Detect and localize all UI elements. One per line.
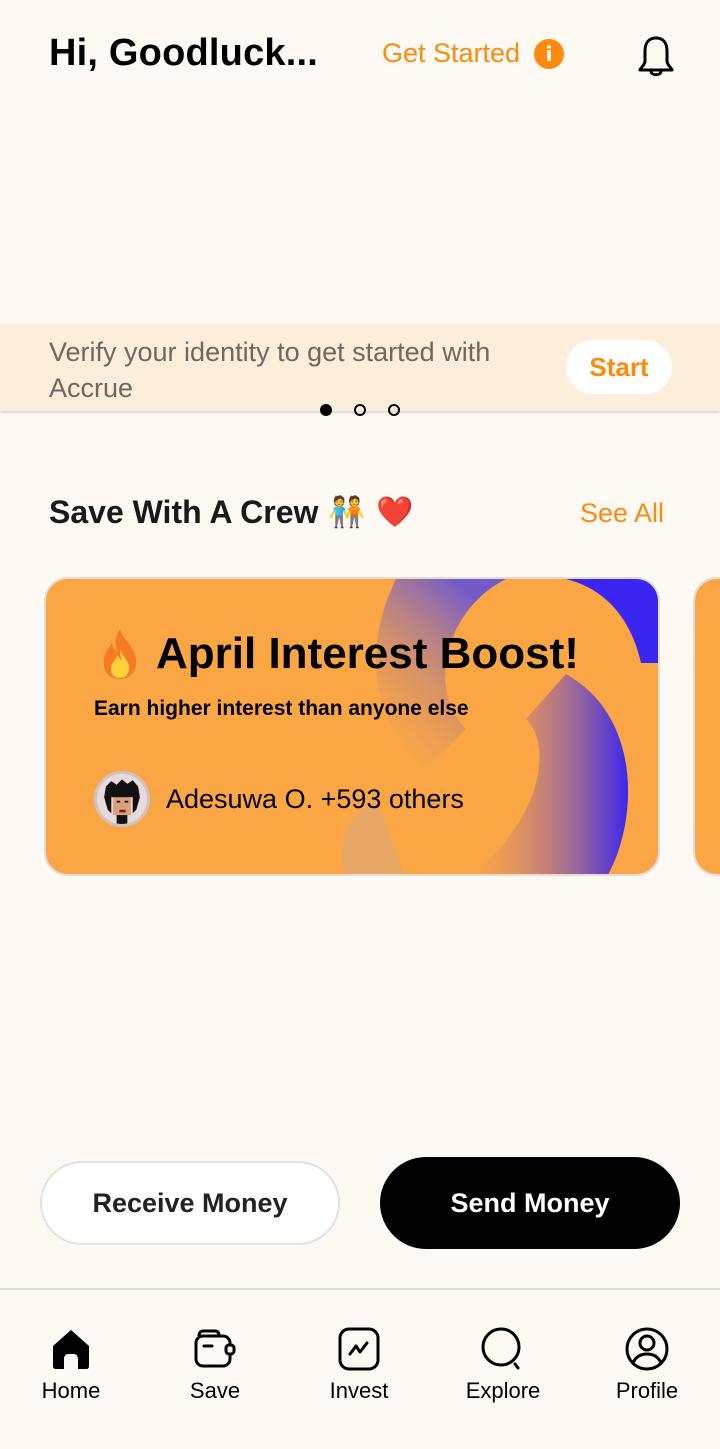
people-heart-icon: 🧑‍🤝‍🧑 ❤️	[328, 495, 414, 530]
get-started-label: Get Started	[382, 38, 521, 68]
crew-card[interactable]: April Interest Boost! Earn higher intere…	[44, 577, 660, 876]
verify-identity-banner: Verify your identity to get started with…	[0, 324, 720, 411]
card-title: April Interest Boost!	[98, 627, 579, 681]
user-icon	[625, 1327, 669, 1371]
section-title-text: Save With A Crew	[49, 494, 319, 530]
receive-money-button[interactable]: Receive Money	[40, 1161, 340, 1245]
nav-label: Save	[189, 1378, 241, 1403]
carousel-dot[interactable]	[320, 404, 332, 416]
next-crew-card[interactable]	[693, 577, 720, 876]
see-all-link[interactable]: See All	[580, 498, 664, 529]
search-icon	[481, 1327, 521, 1370]
get-started-link[interactable]: Get Started i	[382, 38, 565, 69]
nav-label: Profile	[615, 1378, 679, 1403]
card-title-text: April Interest Boost!	[156, 629, 579, 678]
avatar	[94, 771, 150, 827]
info-icon: i	[534, 38, 565, 69]
card-members: Adesuwa O. +593 others	[94, 771, 464, 827]
nav-label: Explore	[465, 1378, 541, 1403]
members-text: Adesuwa O. +593 others	[166, 783, 464, 814]
section-title: Save With A Crew 🧑‍🤝‍🧑 ❤️	[49, 494, 414, 531]
nav-label: Invest	[329, 1378, 389, 1403]
wallet-icon	[194, 1329, 236, 1368]
card-decoration	[342, 579, 658, 874]
nav-item-home[interactable]: Home	[11, 1326, 131, 1404]
nav-item-save[interactable]: Save	[155, 1326, 275, 1404]
carousel-pagination	[320, 404, 400, 416]
card-subtitle: Earn higher interest than anyone else	[94, 697, 469, 720]
greeting-title: Hi, Goodluck...	[49, 32, 319, 74]
bell-icon[interactable]	[636, 34, 676, 80]
nav-item-invest[interactable]: Invest	[299, 1326, 419, 1404]
chart-icon	[338, 1327, 380, 1371]
home-icon	[53, 1330, 89, 1369]
fire-icon	[103, 629, 137, 679]
send-money-button[interactable]: Send Money	[380, 1157, 680, 1249]
carousel-dot[interactable]	[354, 404, 366, 416]
nav-item-profile[interactable]: Profile	[587, 1326, 707, 1404]
verify-identity-text: Verify your identity to get started with…	[49, 337, 491, 403]
start-verification-button[interactable]: Start	[566, 340, 672, 394]
bottom-nav: Home Save Invest Explore Profile	[0, 1288, 720, 1449]
nav-item-explore[interactable]: Explore	[443, 1326, 563, 1404]
header: Hi, Goodluck... Get Started i	[0, 0, 720, 110]
nav-label: Home	[41, 1378, 101, 1403]
carousel-dot[interactable]	[388, 404, 400, 416]
